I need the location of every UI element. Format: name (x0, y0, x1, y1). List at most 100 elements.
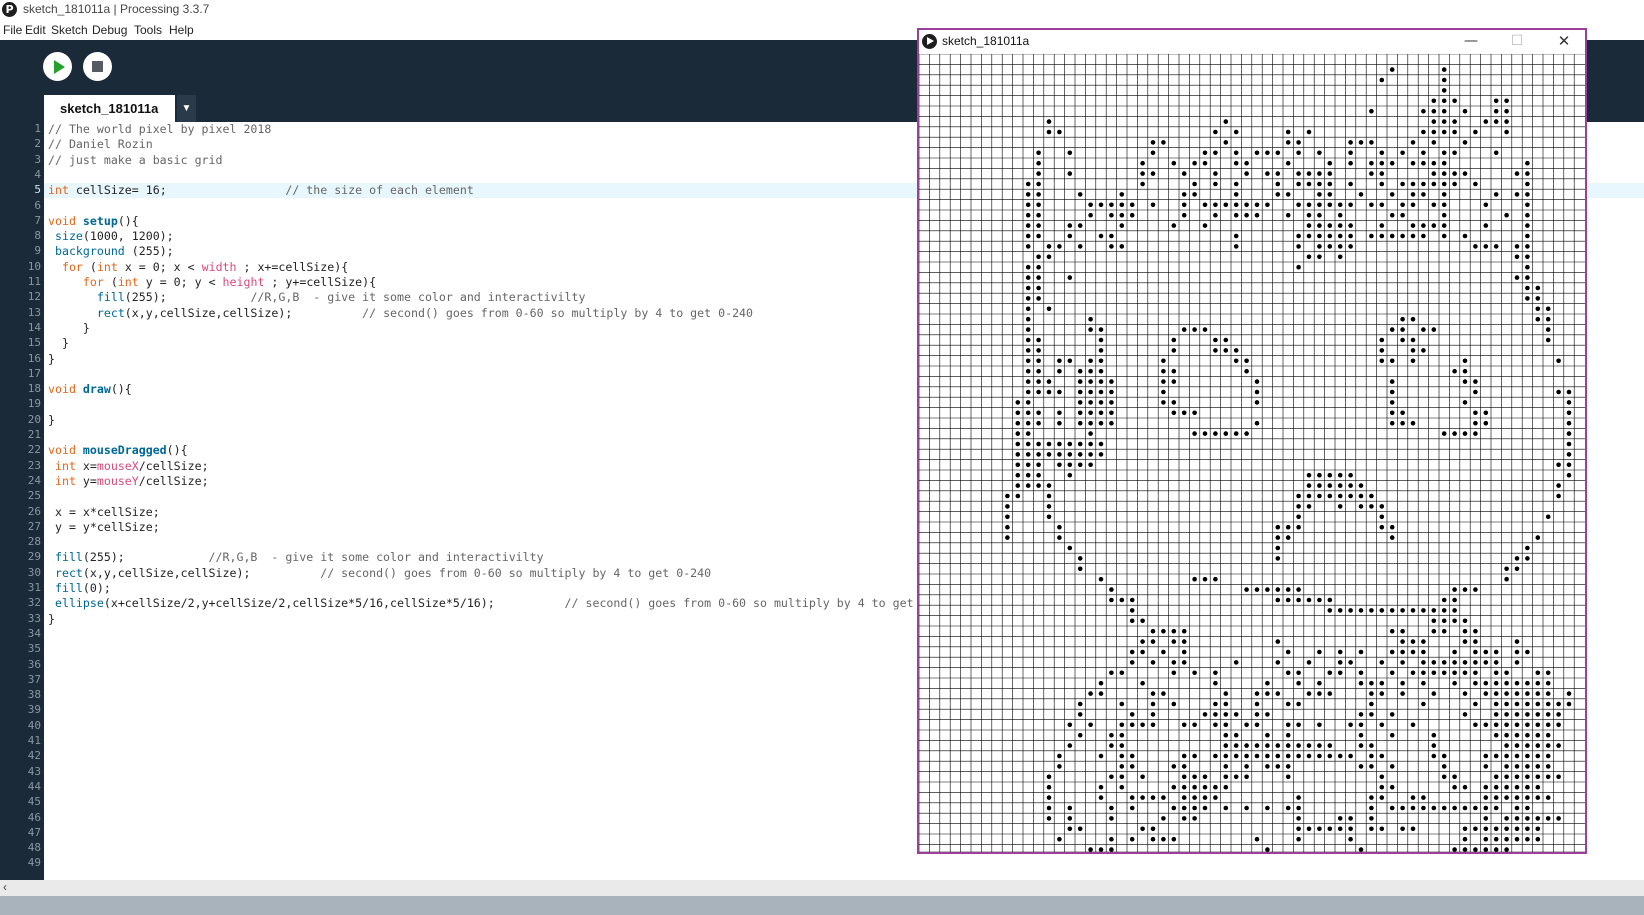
grid-dot (1462, 836, 1468, 842)
grid-dot (1192, 805, 1197, 811)
grid-dot (1181, 212, 1187, 218)
menu-debug[interactable]: Debug (92, 23, 127, 37)
grid-dot (1088, 452, 1093, 457)
grid-dot (1036, 483, 1041, 488)
grid-dot (1327, 233, 1333, 239)
grid-dot (1379, 181, 1385, 187)
grid-dot (1057, 441, 1062, 447)
minimize-button[interactable]: — (1451, 30, 1491, 54)
grid-dot (1473, 701, 1478, 707)
grid-dot (1077, 566, 1083, 572)
grid-dot (1556, 816, 1561, 821)
grid-dot (1223, 140, 1229, 145)
close-button[interactable]: ✕ (1544, 30, 1584, 54)
grid-dot (1161, 628, 1166, 634)
grid-dot (1348, 608, 1353, 613)
grid-dot (1036, 441, 1041, 447)
grid-dot (1192, 753, 1197, 759)
grid-dot (1067, 722, 1073, 728)
grid-dot (1337, 223, 1343, 228)
grid-dot (1077, 732, 1083, 738)
grid-dot (1036, 264, 1041, 270)
grid-dot (1525, 192, 1530, 197)
grid-dot (1265, 691, 1270, 696)
grid-dot (1431, 805, 1437, 811)
run-button[interactable] (43, 52, 72, 81)
grid-dot (1441, 192, 1447, 197)
grid-dot (1504, 836, 1509, 842)
grid-dot (1410, 649, 1416, 655)
grid-dot (1077, 389, 1083, 395)
line-number: 35 (27, 642, 41, 656)
grid-dot (1358, 483, 1364, 488)
grid-dot (1140, 181, 1145, 187)
maximize-button[interactable]: ☐ (1497, 30, 1537, 54)
menu-help[interactable]: Help (169, 23, 194, 37)
grid-dot (1296, 753, 1301, 759)
menu-edit[interactable]: Edit (25, 23, 46, 37)
grid-dot (1275, 181, 1281, 187)
pixel-grid[interactable] (919, 54, 1585, 852)
grid-dot (1098, 389, 1104, 395)
scroll-left-icon[interactable]: ‹ (3, 880, 7, 894)
grid-dot (1441, 774, 1447, 780)
grid-dot (1036, 348, 1041, 353)
grid-dot (1296, 597, 1301, 603)
grid-dot (1119, 743, 1125, 748)
grid-dot (1067, 452, 1073, 457)
grid-dot (1036, 192, 1041, 197)
sketch-window[interactable]: sketch_181011a — ☐ ✕ (917, 28, 1587, 854)
grid-dot (1441, 753, 1447, 759)
grid-dot (1462, 368, 1468, 374)
grid-dot (1400, 826, 1405, 832)
grid-dot (1296, 150, 1301, 156)
grid-dot (1389, 327, 1395, 332)
grid-dot (1285, 670, 1291, 676)
grid-dot (1213, 722, 1218, 728)
line-number: 28 (27, 535, 41, 549)
grid-dot (1025, 358, 1031, 364)
grid-dot (1244, 358, 1249, 364)
grid-dot (1369, 108, 1374, 114)
grid-dot (1306, 129, 1312, 135)
grid-dot (1369, 753, 1374, 759)
grid-dot (1025, 400, 1031, 405)
grid-dot (1483, 722, 1489, 728)
grid-dot (1410, 722, 1416, 728)
line-number: 13 (27, 305, 41, 319)
tab-sketch[interactable]: sketch_181011a (44, 95, 175, 122)
grid-dot (1535, 795, 1541, 800)
grid-dot (1400, 150, 1405, 156)
tab-menu-button[interactable]: ▼ (177, 95, 196, 122)
menu-sketch[interactable]: Sketch (51, 23, 88, 37)
grid-dot (1410, 192, 1416, 197)
line-number: 12 (27, 290, 41, 304)
menu-file[interactable]: File (3, 23, 22, 37)
grid-dot (1046, 805, 1052, 811)
grid-dot (1337, 493, 1343, 499)
grid-dot (1525, 732, 1530, 738)
grid-dot (1462, 379, 1468, 384)
sketch-window-titlebar[interactable]: sketch_181011a — ☐ ✕ (919, 30, 1585, 54)
grid-dot (1566, 691, 1572, 696)
grid-dot (1400, 608, 1405, 613)
grid-dot (1109, 743, 1114, 748)
grid-dot (1057, 358, 1062, 364)
horizontal-scrollbar[interactable]: ‹ (0, 880, 1644, 896)
menu-tools[interactable]: Tools (134, 23, 162, 37)
line-number: 8 (34, 229, 41, 243)
line-number: 31 (27, 581, 41, 594)
code-line[interactable] (44, 856, 1644, 871)
grid-dot (1389, 732, 1395, 738)
sketch-canvas[interactable] (919, 54, 1585, 852)
grid-dot (1025, 192, 1031, 197)
grid-dot (1213, 348, 1218, 353)
grid-dot (1244, 368, 1249, 374)
grid-dot (1358, 712, 1364, 717)
grid-dot (1036, 368, 1041, 374)
grid-dot (1400, 202, 1405, 208)
grid-dot (1379, 691, 1385, 696)
grid-dot (1337, 826, 1343, 832)
grid-dot (1493, 712, 1499, 717)
stop-button[interactable] (83, 52, 112, 81)
